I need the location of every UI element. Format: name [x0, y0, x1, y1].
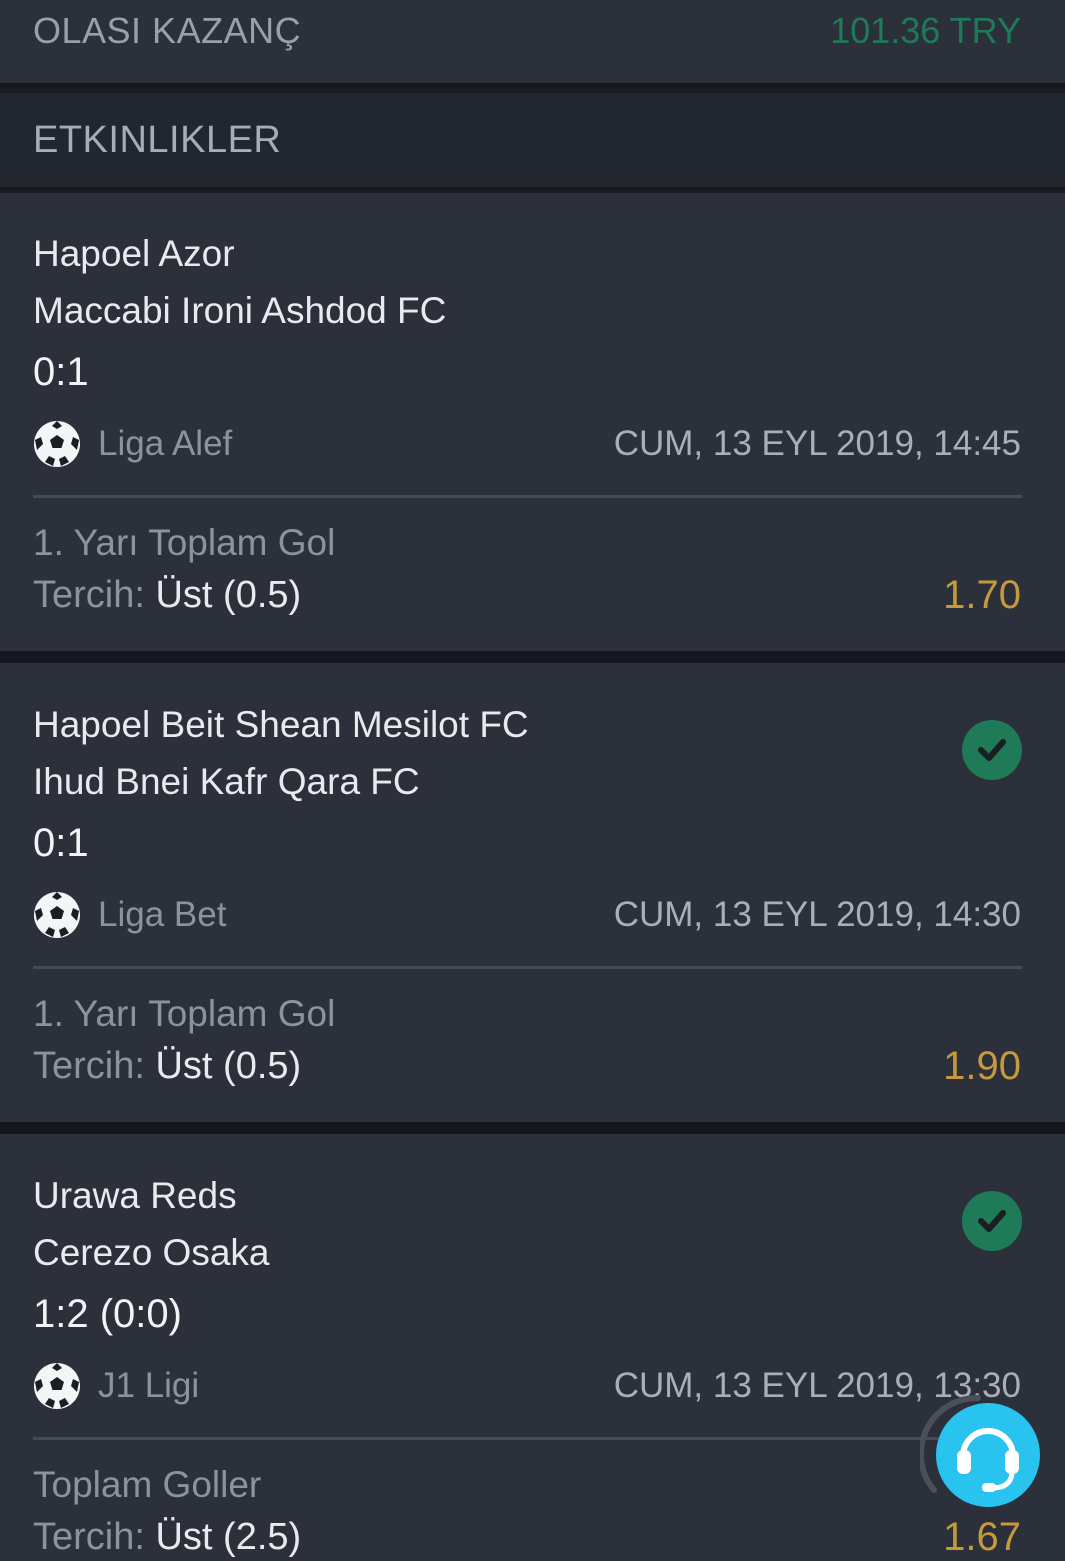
match-score: 1:2 (0:0) [33, 1292, 182, 1336]
potential-win-row: OLASI KAZANÇ 101.36 TRY [0, 0, 1065, 87]
divider [33, 495, 1022, 498]
potential-win-value: 101.36 TRY [830, 9, 1021, 51]
selection-value: Üst (2.5) [155, 1516, 302, 1558]
home-team: Hapoel Azor [33, 233, 235, 274]
odds-value: 1.70 [943, 573, 1021, 617]
soccer-ball-icon [34, 892, 80, 938]
match-score: 0:1 [33, 350, 89, 394]
event-card[interactable]: Hapoel Beit Shean Mesilot FC Ihud Bnei K… [0, 663, 1065, 1122]
odds-value: 1.90 [943, 1044, 1021, 1088]
away-team: Maccabi Ironi Ashdod FC [33, 290, 447, 331]
market-name: 1. Yarı Toplam Gol [33, 522, 336, 563]
events-section-title: ETKINLIKLER [33, 118, 282, 161]
league-name: J1 Ligi [98, 1366, 200, 1405]
market-name: Toplam Goller [33, 1464, 262, 1505]
home-team: Urawa Reds [33, 1175, 237, 1216]
selection: Tercih: Üst (2.5) [33, 1516, 301, 1559]
selection-value: Üst (0.5) [155, 574, 302, 616]
divider [33, 966, 1022, 969]
events-section-header: ETKINLIKLER [0, 93, 1065, 190]
divider [33, 1437, 1022, 1440]
market-name: 1. Yarı Toplam Gol [33, 993, 336, 1034]
match-score: 0:1 [33, 821, 89, 865]
selection-value: Üst (0.5) [155, 1045, 302, 1087]
won-check-icon [962, 1191, 1022, 1251]
match-date: CUM, 13 EYL 2019, 14:30 [613, 895, 1021, 934]
selection: Tercih: Üst (0.5) [33, 1045, 301, 1088]
soccer-ball-icon [34, 1363, 80, 1409]
odds-value: 1.67 [943, 1515, 1021, 1559]
potential-win-label: OLASI KAZANÇ [33, 9, 302, 51]
selection-label: Tercih: [33, 1516, 156, 1558]
support-button[interactable] [917, 1390, 1045, 1515]
away-team: Ihud Bnei Kafr Qara FC [33, 761, 420, 802]
headset-support-icon [917, 1394, 1040, 1507]
selection: Tercih: Üst (0.5) [33, 574, 301, 617]
league-name: Liga Alef [98, 424, 233, 463]
won-check-icon [962, 720, 1022, 780]
soccer-ball-icon [34, 421, 80, 467]
event-card[interactable]: Urawa Reds Cerezo Osaka 1:2 (0:0) J1 Lig… [0, 1134, 1065, 1561]
away-team: Cerezo Osaka [33, 1232, 270, 1273]
selection-label: Tercih: [33, 1045, 156, 1087]
match-date: CUM, 13 EYL 2019, 14:45 [613, 424, 1021, 463]
league-name: Liga Bet [98, 895, 227, 934]
event-card[interactable]: Hapoel Azor Maccabi Ironi Ashdod FC 0:1 … [0, 193, 1065, 651]
card-separator [0, 1122, 1065, 1134]
selection-label: Tercih: [33, 574, 156, 616]
card-separator [0, 651, 1065, 663]
home-team: Hapoel Beit Shean Mesilot FC [33, 704, 529, 745]
